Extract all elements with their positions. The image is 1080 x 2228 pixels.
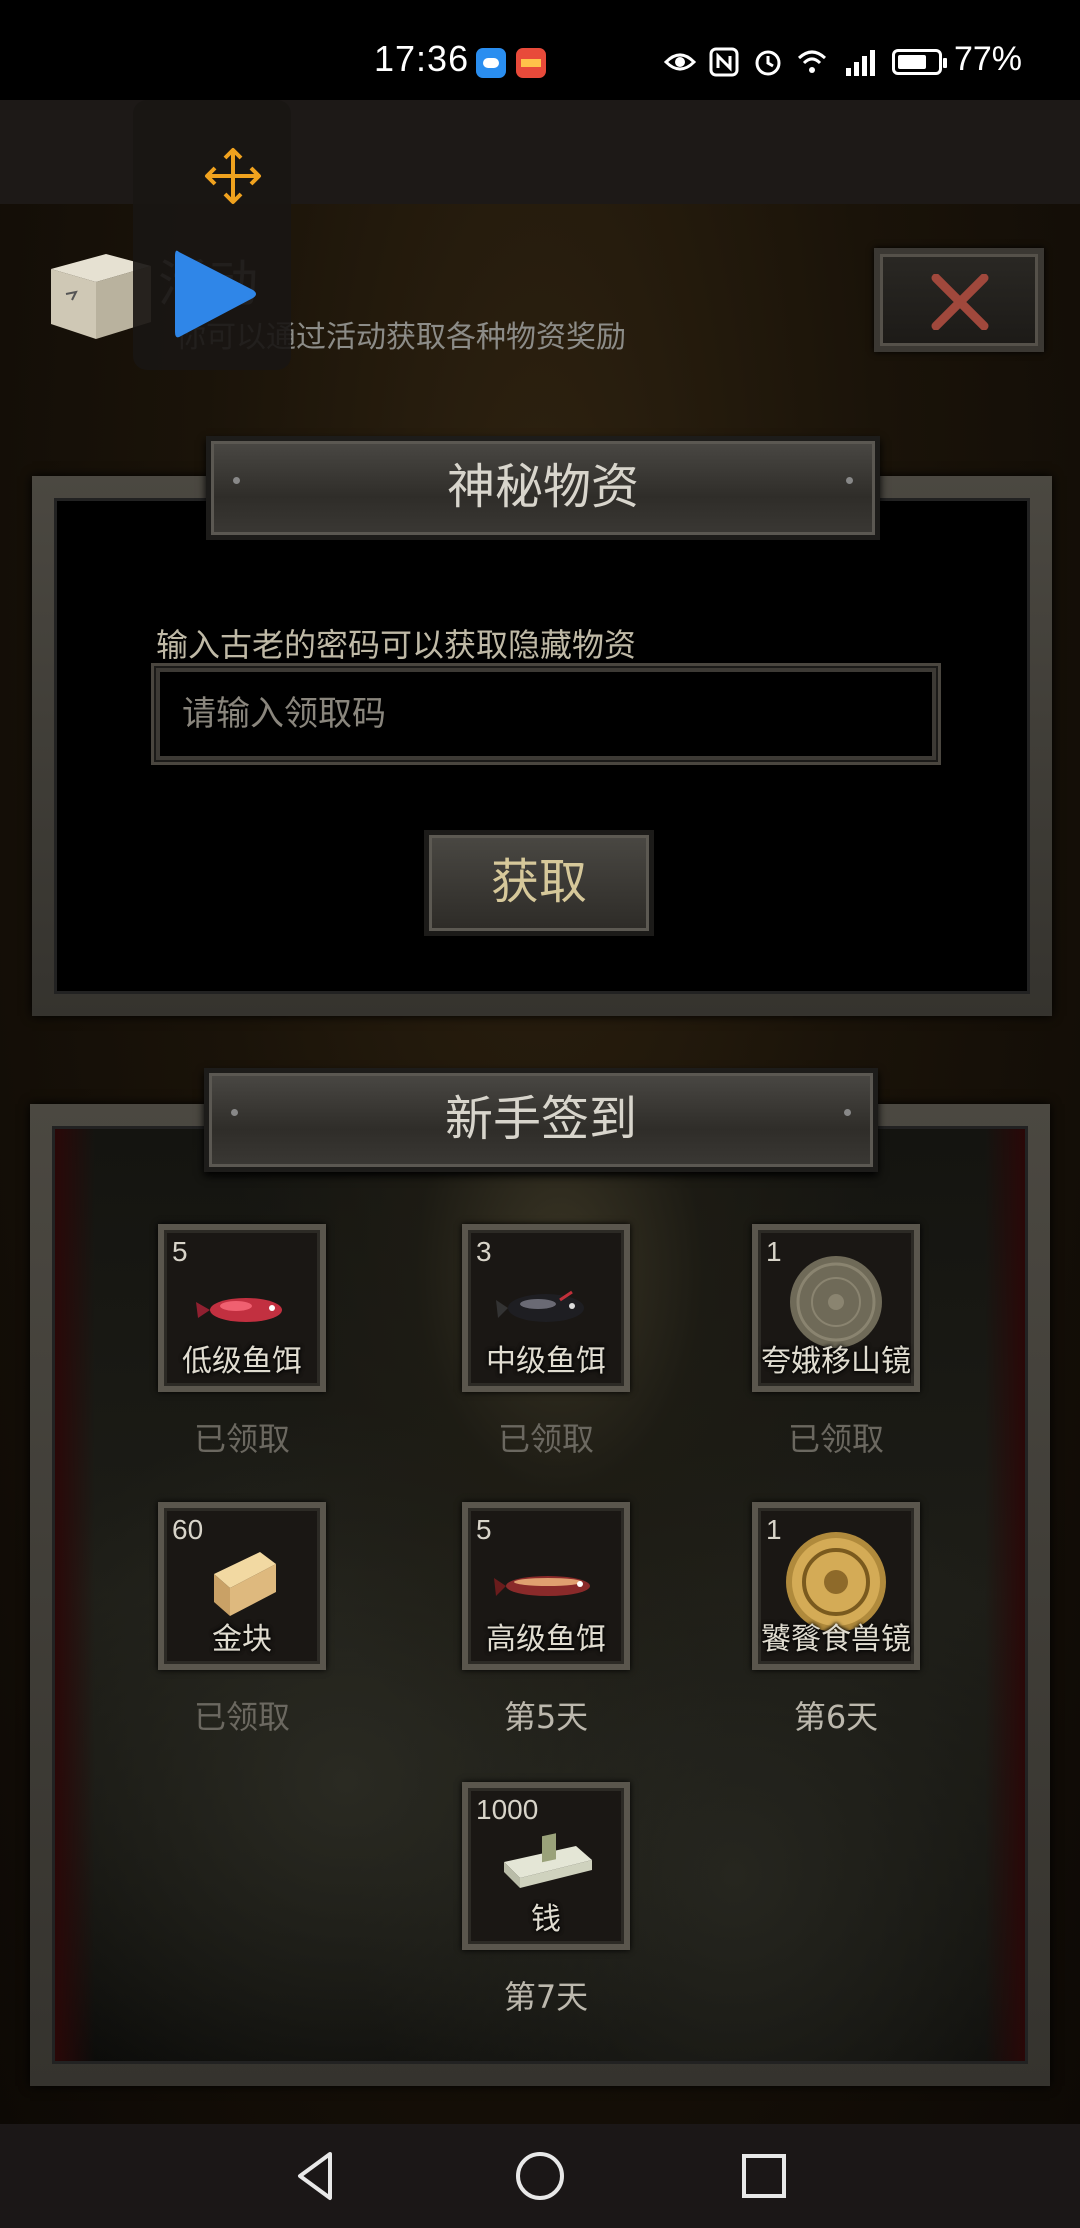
get-button[interactable]: 获取 <box>424 830 654 936</box>
reward-tile-day3[interactable]: 1 夸娥移山镜 <box>752 1224 920 1392</box>
reward-qty: 60 <box>172 1514 204 1545</box>
reward-status-day7: 第7天 <box>503 1978 589 2016</box>
code-hint: 输入古老的密码可以获取隐藏物资 <box>156 626 637 664</box>
reward-name: 夸娥移山镜 <box>761 1344 911 1379</box>
play-icon[interactable] <box>169 244 259 344</box>
close-button[interactable] <box>874 248 1044 352</box>
reward-name: 钱 <box>531 1902 561 1937</box>
reward-tile-day5[interactable]: 5 高级鱼饵 <box>462 1502 630 1670</box>
curtain-left <box>55 1129 95 2061</box>
floating-control[interactable] <box>133 100 291 370</box>
signin-panel-title: 新手签到 <box>204 1068 878 1172</box>
reward-status-day6: 第6天 <box>793 1698 879 1736</box>
eye-icon <box>664 53 696 71</box>
alarm-icon <box>755 50 781 76</box>
notification-app-icon <box>476 48 506 78</box>
reward-qty: 1 <box>766 1236 782 1267</box>
reward-status-day1: 已领取 <box>193 1420 290 1458</box>
redeem-code-input[interactable] <box>156 668 936 760</box>
reward-status-day5: 第5天 <box>503 1698 589 1736</box>
reward-qty: 3 <box>476 1236 492 1267</box>
reward-tile-day6[interactable]: 1 饕餮食兽镜 <box>752 1502 920 1670</box>
reward-tile-day4[interactable]: 60 金块 <box>158 1502 326 1670</box>
reward-tile-day7[interactable]: 1000 钱 <box>462 1782 630 1950</box>
reward-qty: 1 <box>766 1514 782 1545</box>
reward-name: 低级鱼饵 <box>182 1344 302 1379</box>
reward-qty: 1000 <box>476 1794 539 1825</box>
reward-qty: 5 <box>172 1236 188 1267</box>
notification-app-icon-2 <box>516 48 546 78</box>
reward-status-day3: 已领取 <box>787 1420 884 1458</box>
status-icons <box>664 44 947 80</box>
recents-icon[interactable] <box>734 2146 794 2206</box>
navigation-bar <box>0 2124 1080 2228</box>
reward-status-day2: 已领取 <box>497 1420 594 1458</box>
reward-name: 金块 <box>212 1622 272 1657</box>
reward-name: 中级鱼饵 <box>486 1344 606 1379</box>
signal-4g-icon <box>846 50 875 76</box>
battery-percent: 77% <box>953 40 1022 78</box>
move-icon[interactable] <box>203 146 263 206</box>
nfc-icon <box>709 47 739 77</box>
status-bar: 17:36 77% <box>0 0 1080 100</box>
status-time: 17:36 <box>374 38 470 79</box>
reward-qty: 5 <box>476 1514 492 1545</box>
reward-name: 饕餮食兽镜 <box>761 1622 911 1657</box>
reward-tile-day2[interactable]: 3 中级鱼饵 <box>462 1224 630 1392</box>
reward-tile-day1[interactable]: 5 低级鱼饵 <box>158 1224 326 1392</box>
battery-icon <box>892 49 947 75</box>
back-icon[interactable] <box>286 2146 346 2206</box>
mystery-panel-title: 神秘物资 <box>206 436 880 540</box>
curtain-right <box>985 1129 1025 2061</box>
home-icon[interactable] <box>510 2146 570 2206</box>
reward-name: 高级鱼饵 <box>486 1622 606 1657</box>
reward-status-day4: 已领取 <box>193 1698 290 1736</box>
wifi-icon <box>797 50 827 73</box>
close-icon <box>931 274 989 330</box>
